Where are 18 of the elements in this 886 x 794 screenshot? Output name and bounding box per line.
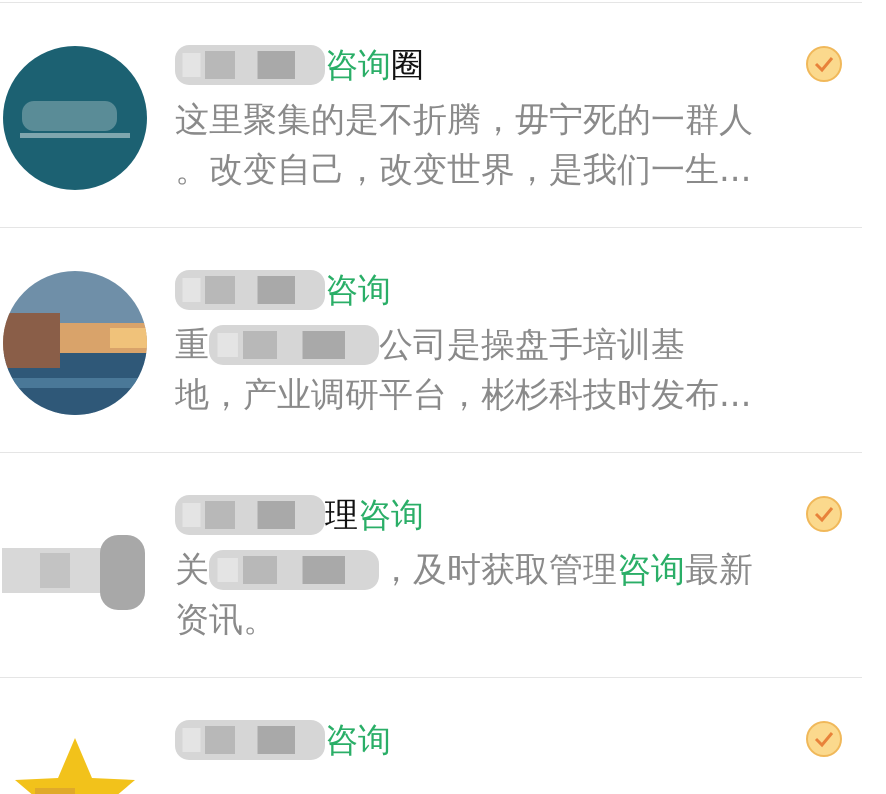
- description-text: 关: [175, 549, 209, 592]
- description-text: 最新: [685, 549, 753, 592]
- description-text: 资讯。: [175, 599, 277, 642]
- highlighted-keyword: 咨询: [325, 44, 391, 86]
- description-text: 地，产业调研平台，彬杉科技时发布...: [175, 374, 752, 417]
- description-text: 这里聚集的是不折腾，毋宁死的一群人: [175, 99, 753, 142]
- description-text: 公司是操盘手培训基: [379, 324, 685, 367]
- highlighted-keyword: 咨询: [358, 494, 424, 536]
- description-text: 。改变自己，改变世界，是我们一生...: [175, 149, 752, 192]
- result-item[interactable]: 理咨询 关 ，及时获取管理咨询最新 资讯。: [0, 452, 862, 677]
- description-text: 重: [175, 324, 209, 367]
- highlighted-keyword: 咨询: [617, 549, 685, 592]
- highlighted-keyword: 咨询: [325, 269, 391, 311]
- title-text: 理: [325, 494, 358, 536]
- result-item[interactable]: 咨询圈 这里聚集的是不折腾，毋宁死的一群人 。改变自己，改变世界，是我们一生...: [0, 2, 862, 227]
- description-text: ，及时获取管理: [379, 549, 617, 592]
- title-text: 圈: [391, 44, 424, 86]
- highlighted-keyword: 咨询: [325, 719, 391, 761]
